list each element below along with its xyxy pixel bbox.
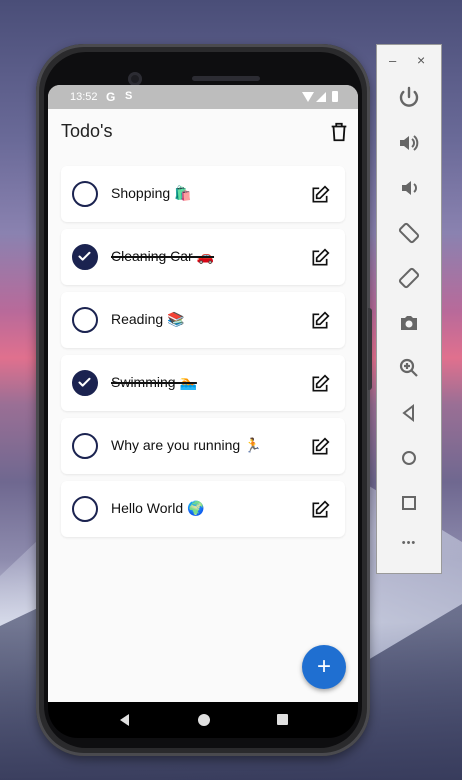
overview-icon[interactable] — [397, 491, 421, 515]
todo-item-label: Reading 📚 — [111, 311, 185, 327]
wifi-icon — [302, 92, 314, 102]
status-bar: 13:52 G S — [48, 85, 358, 109]
checked-circle-icon[interactable] — [72, 244, 98, 270]
edit-icon[interactable] — [310, 311, 330, 331]
edit-icon[interactable] — [310, 437, 330, 457]
todo-item[interactable]: Hello World 🌍 — [61, 481, 345, 537]
power-icon[interactable] — [397, 85, 421, 109]
zoom-icon[interactable] — [397, 356, 421, 380]
edit-icon[interactable] — [310, 248, 330, 268]
todo-item-label: Hello World 🌍 — [111, 500, 205, 516]
app-bar: Todo's — [48, 109, 358, 155]
more-icon[interactable]: ••• — [397, 537, 421, 561]
page-title: Todo's — [61, 121, 113, 141]
edit-icon[interactable] — [310, 185, 330, 205]
trash-icon[interactable] — [328, 121, 350, 143]
volume-down-icon[interactable] — [397, 176, 421, 200]
battery-icon — [332, 91, 338, 102]
todo-item[interactable]: Reading 📚 — [61, 292, 345, 348]
google-notification-icon: G — [106, 90, 116, 104]
checked-circle-icon[interactable] — [72, 370, 98, 396]
edit-icon[interactable] — [310, 374, 330, 394]
todo-item[interactable]: Swimming 🏊 — [61, 355, 345, 411]
camera-icon[interactable] — [397, 311, 421, 335]
app-screen: 13:52 G S Todo's Shopping 🛍️ Cleaning Car… — [48, 85, 358, 702]
minimize-button[interactable]: – — [389, 53, 396, 68]
status-time: 13:52 — [70, 91, 98, 103]
todo-item[interactable]: Shopping 🛍️ — [61, 166, 345, 222]
todo-item-label: Shopping 🛍️ — [111, 185, 192, 201]
rotate-right-icon[interactable] — [397, 266, 421, 290]
add-todo-button[interactable]: + — [302, 645, 346, 689]
todo-item[interactable]: Why are you running 🏃 — [61, 418, 345, 474]
todo-item-label: Why are you running 🏃 — [111, 437, 262, 453]
todo-item-label: Swimming 🏊 — [111, 374, 197, 390]
todo-item[interactable]: Cleaning Car 🚗 — [61, 229, 345, 285]
volume-up-icon[interactable] — [397, 131, 421, 155]
signal-icon — [316, 92, 326, 102]
todo-item-label: Cleaning Car 🚗 — [111, 248, 215, 264]
overview-icon[interactable] — [277, 714, 288, 725]
unchecked-circle-icon[interactable] — [72, 307, 98, 333]
front-camera — [128, 72, 142, 86]
phone-side-button[interactable] — [368, 308, 372, 390]
rotate-left-icon[interactable] — [397, 221, 421, 245]
home-icon[interactable] — [198, 714, 210, 726]
android-nav-bar — [48, 702, 358, 738]
unchecked-circle-icon[interactable] — [72, 181, 98, 207]
edit-icon[interactable] — [310, 500, 330, 520]
todo-list: Shopping 🛍️ Cleaning Car 🚗 Reading 📚 Swimmi… — [61, 166, 345, 544]
unchecked-circle-icon[interactable] — [72, 496, 98, 522]
home-icon[interactable] — [397, 446, 421, 470]
unchecked-circle-icon[interactable] — [72, 433, 98, 459]
back-icon[interactable] — [397, 401, 421, 425]
earpiece-speaker — [192, 76, 260, 81]
close-button[interactable]: × — [417, 52, 425, 68]
emulator-toolbar: – × ••• — [376, 44, 442, 574]
back-icon[interactable] — [120, 714, 129, 726]
notification-icon: S — [125, 90, 133, 102]
